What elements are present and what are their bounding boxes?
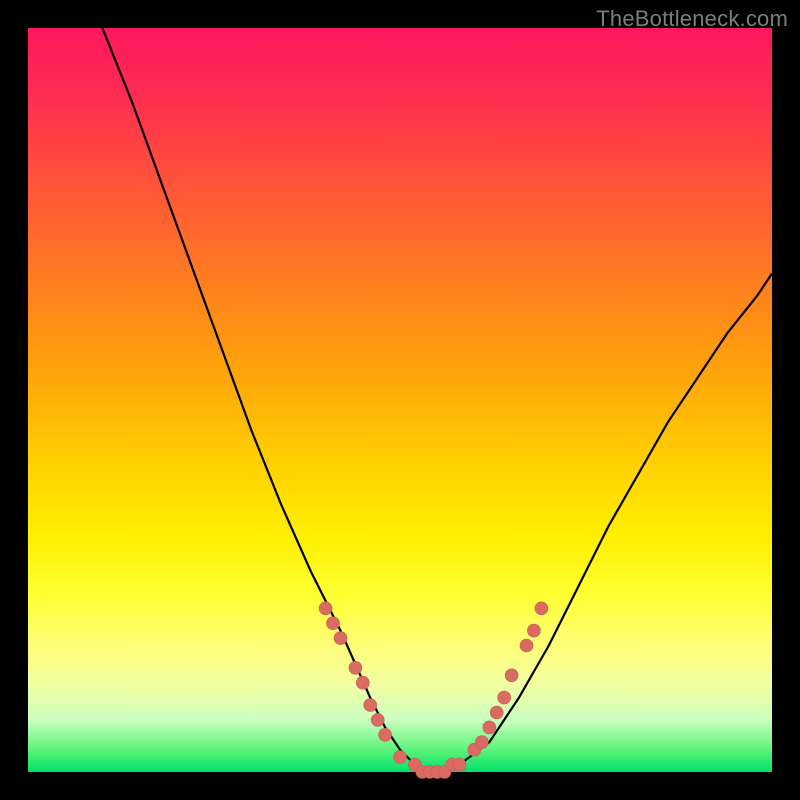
data-marker [334, 632, 347, 645]
watermark-text: TheBottleneck.com [596, 6, 788, 32]
data-marker [475, 736, 488, 749]
data-marker [453, 758, 466, 771]
data-marker [319, 602, 332, 615]
data-marker [520, 639, 533, 652]
chart-frame: TheBottleneck.com [0, 0, 800, 800]
chart-svg [28, 28, 772, 772]
data-marker [364, 699, 377, 712]
data-marker [356, 676, 369, 689]
data-marker [535, 602, 548, 615]
curve-group [102, 28, 772, 772]
data-marker [498, 691, 511, 704]
data-marker [527, 624, 540, 637]
data-marker [483, 721, 496, 734]
data-marker [371, 713, 384, 726]
data-marker [379, 728, 392, 741]
bottleneck-curve [102, 28, 772, 772]
data-marker [349, 661, 362, 674]
plot-area [28, 28, 772, 772]
data-marker [394, 751, 407, 764]
data-marker [505, 669, 518, 682]
data-marker [327, 617, 340, 630]
data-marker [490, 706, 503, 719]
marker-group [319, 602, 548, 779]
